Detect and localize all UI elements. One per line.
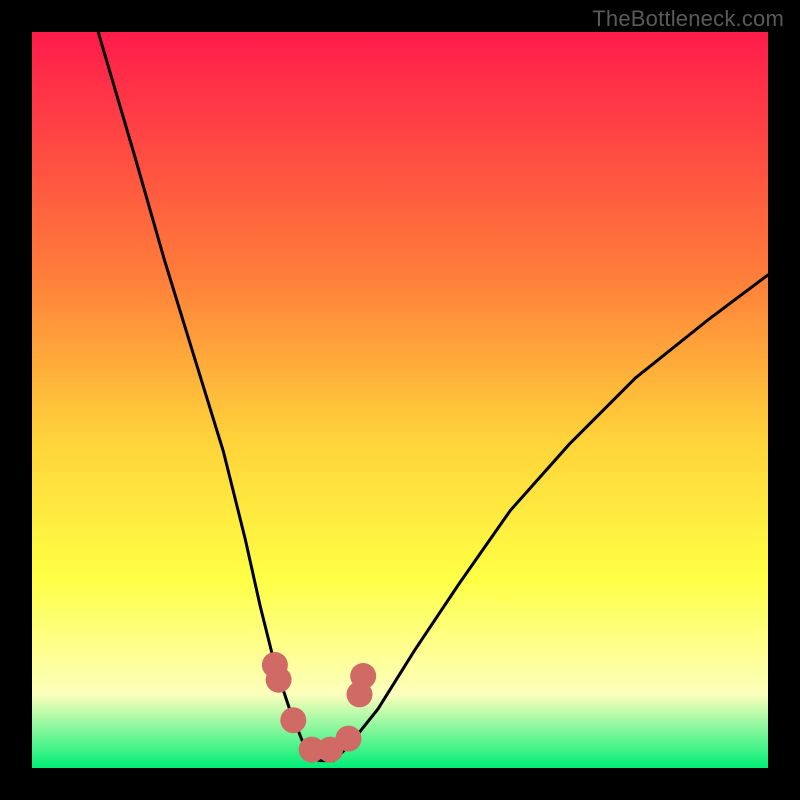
chart-svg xyxy=(32,32,768,768)
gradient-background xyxy=(32,32,768,768)
plot-area xyxy=(32,32,768,768)
marker-dot xyxy=(266,667,292,693)
watermark-text: TheBottleneck.com xyxy=(592,6,784,32)
marker-dot xyxy=(336,726,362,752)
marker-dot xyxy=(350,663,376,689)
outer-frame: TheBottleneck.com xyxy=(0,0,800,800)
marker-dot xyxy=(280,707,306,733)
